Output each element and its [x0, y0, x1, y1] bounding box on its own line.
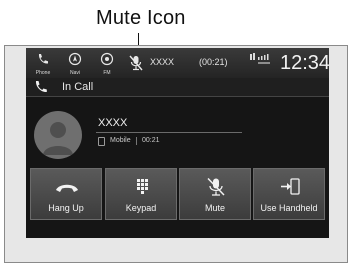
statusbar-phone-label: Phone	[35, 70, 51, 76]
in-call-label: In Call	[62, 81, 94, 93]
clock: 12:34	[280, 52, 329, 74]
statusbar-phone-button[interactable]: Phone	[30, 50, 56, 76]
navi-icon	[68, 52, 82, 66]
use-handheld-label: Use Handheld	[260, 203, 318, 213]
keypad-button[interactable]: Keypad	[105, 168, 177, 220]
phone-icon	[35, 81, 47, 93]
caller-call-duration: 00:21	[142, 137, 160, 144]
keypad-label: Keypad	[125, 203, 157, 213]
caller-avatar	[34, 111, 82, 159]
mute-button[interactable]: Mute	[179, 168, 251, 220]
person-icon	[43, 122, 73, 155]
caller-name: XXXX	[98, 117, 128, 129]
hang-up-button[interactable]: Hang Up	[30, 168, 102, 220]
mute-icon	[207, 178, 225, 196]
fm-radio-icon	[100, 52, 114, 66]
hang-up-icon	[56, 184, 78, 192]
status-caller-name: XXXX	[150, 57, 175, 67]
statusbar-fm-label: FM	[103, 70, 111, 76]
hang-up-label: Hang Up	[48, 203, 84, 213]
status-call-duration: (00:21)	[199, 57, 228, 67]
statusbar-navi-button[interactable]: Navi	[62, 50, 88, 76]
in-call-header: In Call	[26, 78, 329, 97]
statusbar-fm-button[interactable]: FM	[94, 50, 120, 76]
mute-label: Mute	[204, 203, 225, 213]
use-handheld-button[interactable]: Use Handheld	[253, 168, 325, 220]
mobile-phone-icon	[98, 137, 105, 146]
handheld-transfer-icon	[281, 178, 300, 195]
caller-separator	[136, 137, 137, 145]
caller-divider	[96, 132, 242, 133]
statusbar-navi-label: Navi	[69, 70, 80, 76]
caller-number-type: Mobile	[110, 137, 131, 144]
phone-icon	[38, 54, 48, 64]
status-bar: Phone Navi FM XXXX (00:21) 12:34	[26, 48, 329, 78]
keypad-icon	[137, 179, 148, 194]
mute-status-icon	[129, 55, 143, 71]
signal-bluetooth-icon	[250, 53, 270, 64]
phone-screen: Phone Navi FM XXXX (00:21) 12:34 In Call…	[26, 48, 329, 238]
annotation-label: Mute Icon	[96, 7, 186, 29]
